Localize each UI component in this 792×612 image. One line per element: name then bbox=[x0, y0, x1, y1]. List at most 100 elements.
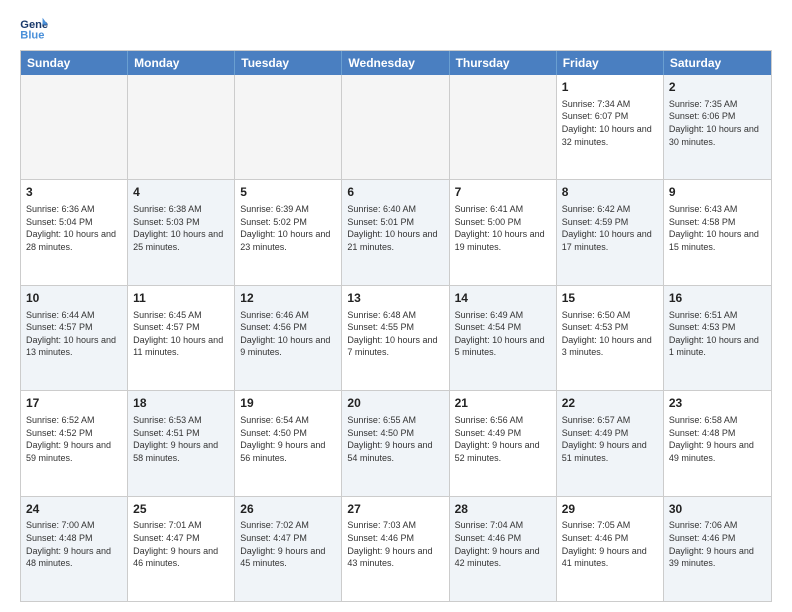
day-info: Sunrise: 6:43 AM Sunset: 4:58 PM Dayligh… bbox=[669, 203, 766, 253]
day-cell-10: 10 Sunrise: 6:44 AM Sunset: 4:57 PM Dayli… bbox=[21, 286, 128, 390]
day-number: 8 bbox=[562, 184, 658, 201]
day-number: 27 bbox=[347, 501, 443, 518]
day-cell-4: 4 Sunrise: 6:38 AM Sunset: 5:03 PM Daylig… bbox=[128, 180, 235, 284]
day-info: Sunrise: 7:06 AM Sunset: 4:46 PM Dayligh… bbox=[669, 519, 766, 569]
day-info: Sunrise: 7:34 AM Sunset: 6:07 PM Dayligh… bbox=[562, 98, 658, 148]
calendar-row-2: 10 Sunrise: 6:44 AM Sunset: 4:57 PM Dayli… bbox=[21, 286, 771, 391]
day-number: 10 bbox=[26, 290, 122, 307]
logo-icon: General Blue bbox=[20, 16, 48, 40]
day-number: 25 bbox=[133, 501, 229, 518]
calendar-row-1: 3 Sunrise: 6:36 AM Sunset: 5:04 PM Daylig… bbox=[21, 180, 771, 285]
day-info: Sunrise: 6:49 AM Sunset: 4:54 PM Dayligh… bbox=[455, 309, 551, 359]
day-number: 9 bbox=[669, 184, 766, 201]
day-info: Sunrise: 7:02 AM Sunset: 4:47 PM Dayligh… bbox=[240, 519, 336, 569]
day-info: Sunrise: 6:54 AM Sunset: 4:50 PM Dayligh… bbox=[240, 414, 336, 464]
day-cell-9: 9 Sunrise: 6:43 AM Sunset: 4:58 PM Daylig… bbox=[664, 180, 771, 284]
day-info: Sunrise: 6:39 AM Sunset: 5:02 PM Dayligh… bbox=[240, 203, 336, 253]
day-info: Sunrise: 6:46 AM Sunset: 4:56 PM Dayligh… bbox=[240, 309, 336, 359]
svg-text:Blue: Blue bbox=[20, 29, 44, 40]
header-day-sunday: Sunday bbox=[21, 51, 128, 75]
day-number: 29 bbox=[562, 501, 658, 518]
day-info: Sunrise: 7:04 AM Sunset: 4:46 PM Dayligh… bbox=[455, 519, 551, 569]
day-number: 22 bbox=[562, 395, 658, 412]
day-info: Sunrise: 6:44 AM Sunset: 4:57 PM Dayligh… bbox=[26, 309, 122, 359]
day-cell-20: 20 Sunrise: 6:55 AM Sunset: 4:50 PM Dayli… bbox=[342, 391, 449, 495]
day-info: Sunrise: 6:40 AM Sunset: 5:01 PM Dayligh… bbox=[347, 203, 443, 253]
header-day-saturday: Saturday bbox=[664, 51, 771, 75]
day-number: 7 bbox=[455, 184, 551, 201]
header-day-monday: Monday bbox=[128, 51, 235, 75]
day-number: 23 bbox=[669, 395, 766, 412]
calendar-row-0: 1Sunrise: 7:34 AM Sunset: 6:07 PM Daylig… bbox=[21, 75, 771, 180]
header-day-thursday: Thursday bbox=[450, 51, 557, 75]
day-number: 15 bbox=[562, 290, 658, 307]
day-number: 28 bbox=[455, 501, 551, 518]
day-info: Sunrise: 6:36 AM Sunset: 5:04 PM Dayligh… bbox=[26, 203, 122, 253]
empty-cell bbox=[128, 75, 235, 179]
day-info: Sunrise: 7:05 AM Sunset: 4:46 PM Dayligh… bbox=[562, 519, 658, 569]
day-cell-27: 27Sunrise: 7:03 AM Sunset: 4:46 PM Dayli… bbox=[342, 497, 449, 601]
day-number: 19 bbox=[240, 395, 336, 412]
day-info: Sunrise: 6:38 AM Sunset: 5:03 PM Dayligh… bbox=[133, 203, 229, 253]
day-number: 4 bbox=[133, 184, 229, 201]
day-number: 12 bbox=[240, 290, 336, 307]
day-number: 2 bbox=[669, 79, 766, 96]
day-info: Sunrise: 6:48 AM Sunset: 4:55 PM Dayligh… bbox=[347, 309, 443, 359]
calendar-row-4: 24Sunrise: 7:00 AM Sunset: 4:48 PM Dayli… bbox=[21, 497, 771, 601]
day-cell-2: 2 Sunrise: 7:35 AM Sunset: 6:06 PM Daylig… bbox=[664, 75, 771, 179]
day-cell-6: 6 Sunrise: 6:40 AM Sunset: 5:01 PM Daylig… bbox=[342, 180, 449, 284]
day-info: Sunrise: 7:01 AM Sunset: 4:47 PM Dayligh… bbox=[133, 519, 229, 569]
day-cell-12: 12 Sunrise: 6:46 AM Sunset: 4:56 PM Dayli… bbox=[235, 286, 342, 390]
day-info: Sunrise: 6:53 AM Sunset: 4:51 PM Dayligh… bbox=[133, 414, 229, 464]
page: General Blue SundayMondayTuesdayWednesda… bbox=[0, 0, 792, 612]
day-info: Sunrise: 6:41 AM Sunset: 5:00 PM Dayligh… bbox=[455, 203, 551, 253]
day-info: Sunrise: 7:35 AM Sunset: 6:06 PM Dayligh… bbox=[669, 98, 766, 148]
day-number: 21 bbox=[455, 395, 551, 412]
day-cell-3: 3 Sunrise: 6:36 AM Sunset: 5:04 PM Daylig… bbox=[21, 180, 128, 284]
day-cell-26: 26Sunrise: 7:02 AM Sunset: 4:47 PM Dayli… bbox=[235, 497, 342, 601]
day-number: 20 bbox=[347, 395, 443, 412]
day-info: Sunrise: 6:52 AM Sunset: 4:52 PM Dayligh… bbox=[26, 414, 122, 464]
day-cell-11: 11Sunrise: 6:45 AM Sunset: 4:57 PM Dayli… bbox=[128, 286, 235, 390]
day-number: 17 bbox=[26, 395, 122, 412]
day-info: Sunrise: 6:56 AM Sunset: 4:49 PM Dayligh… bbox=[455, 414, 551, 464]
day-info: Sunrise: 6:45 AM Sunset: 4:57 PM Dayligh… bbox=[133, 309, 229, 359]
day-cell-28: 28Sunrise: 7:04 AM Sunset: 4:46 PM Dayli… bbox=[450, 497, 557, 601]
day-cell-14: 14Sunrise: 6:49 AM Sunset: 4:54 PM Dayli… bbox=[450, 286, 557, 390]
empty-cell bbox=[21, 75, 128, 179]
day-cell-5: 5 Sunrise: 6:39 AM Sunset: 5:02 PM Daylig… bbox=[235, 180, 342, 284]
day-info: Sunrise: 6:51 AM Sunset: 4:53 PM Dayligh… bbox=[669, 309, 766, 359]
header-day-friday: Friday bbox=[557, 51, 664, 75]
day-cell-15: 15 Sunrise: 6:50 AM Sunset: 4:53 PM Dayli… bbox=[557, 286, 664, 390]
day-number: 3 bbox=[26, 184, 122, 201]
day-number: 5 bbox=[240, 184, 336, 201]
empty-cell bbox=[450, 75, 557, 179]
day-cell-19: 19 Sunrise: 6:54 AM Sunset: 4:50 PM Dayli… bbox=[235, 391, 342, 495]
day-cell-30: 30Sunrise: 7:06 AM Sunset: 4:46 PM Dayli… bbox=[664, 497, 771, 601]
day-cell-16: 16 Sunrise: 6:51 AM Sunset: 4:53 PM Dayli… bbox=[664, 286, 771, 390]
calendar: SundayMondayTuesdayWednesdayThursdayFrid… bbox=[20, 50, 772, 602]
header: General Blue bbox=[20, 16, 772, 40]
day-info: Sunrise: 7:00 AM Sunset: 4:48 PM Dayligh… bbox=[26, 519, 122, 569]
day-cell-13: 13 Sunrise: 6:48 AM Sunset: 4:55 PM Dayli… bbox=[342, 286, 449, 390]
day-number: 16 bbox=[669, 290, 766, 307]
day-cell-18: 18 Sunrise: 6:53 AM Sunset: 4:51 PM Dayli… bbox=[128, 391, 235, 495]
day-cell-17: 17 Sunrise: 6:52 AM Sunset: 4:52 PM Dayli… bbox=[21, 391, 128, 495]
day-number: 13 bbox=[347, 290, 443, 307]
day-cell-8: 8 Sunrise: 6:42 AM Sunset: 4:59 PM Daylig… bbox=[557, 180, 664, 284]
day-number: 18 bbox=[133, 395, 229, 412]
day-number: 30 bbox=[669, 501, 766, 518]
day-info: Sunrise: 6:55 AM Sunset: 4:50 PM Dayligh… bbox=[347, 414, 443, 464]
header-day-tuesday: Tuesday bbox=[235, 51, 342, 75]
day-number: 6 bbox=[347, 184, 443, 201]
day-info: Sunrise: 7:03 AM Sunset: 4:46 PM Dayligh… bbox=[347, 519, 443, 569]
day-cell-25: 25Sunrise: 7:01 AM Sunset: 4:47 PM Dayli… bbox=[128, 497, 235, 601]
day-info: Sunrise: 6:58 AM Sunset: 4:48 PM Dayligh… bbox=[669, 414, 766, 464]
logo: General Blue bbox=[20, 16, 48, 40]
day-info: Sunrise: 6:50 AM Sunset: 4:53 PM Dayligh… bbox=[562, 309, 658, 359]
day-cell-7: 7 Sunrise: 6:41 AM Sunset: 5:00 PM Daylig… bbox=[450, 180, 557, 284]
day-cell-1: 1Sunrise: 7:34 AM Sunset: 6:07 PM Daylig… bbox=[557, 75, 664, 179]
day-cell-23: 23 Sunrise: 6:58 AM Sunset: 4:48 PM Dayli… bbox=[664, 391, 771, 495]
day-cell-24: 24Sunrise: 7:00 AM Sunset: 4:48 PM Dayli… bbox=[21, 497, 128, 601]
day-info: Sunrise: 6:42 AM Sunset: 4:59 PM Dayligh… bbox=[562, 203, 658, 253]
